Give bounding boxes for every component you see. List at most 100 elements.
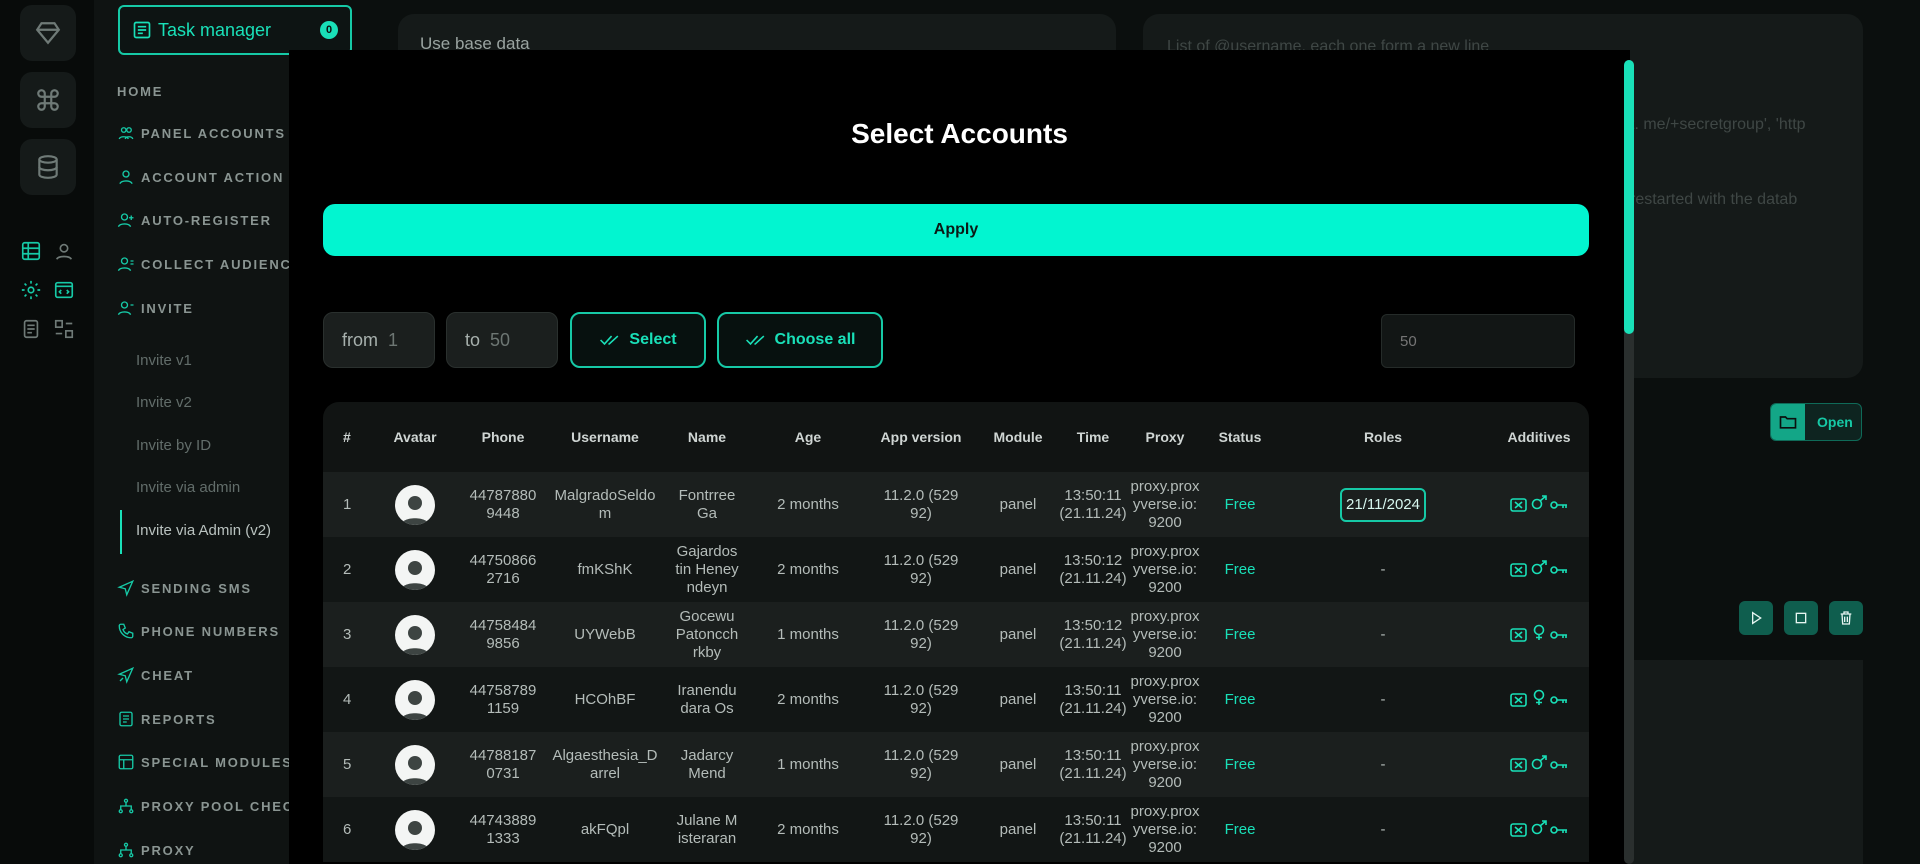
close-box-icon[interactable] (1510, 822, 1528, 838)
select-button[interactable]: Select (570, 312, 706, 368)
open-button[interactable]: Open (1770, 403, 1862, 441)
grid-settings-icon[interactable] (53, 318, 75, 340)
nav-account-action[interactable]: ACCOUNT ACTION (117, 168, 284, 186)
play-button[interactable] (1739, 601, 1773, 635)
nav-cheat-label: CHEAT (141, 667, 194, 683)
nav-proxy[interactable]: PROXY (117, 841, 196, 859)
table-row[interactable]: 4 447587891159 HCOhBF Iranendudara Os 2 … (323, 667, 1589, 732)
gear-icon[interactable] (20, 279, 42, 301)
row-number: 2 (343, 560, 352, 578)
delete-button[interactable] (1829, 601, 1863, 635)
male-icon[interactable] (1530, 754, 1548, 775)
table-row[interactable]: 1 447878809448 MalgradoSeldom Fontrree G… (323, 472, 1589, 537)
sidebar-item-invite-by-id[interactable]: Invite by ID (136, 437, 211, 454)
male-icon[interactable] (1530, 494, 1548, 515)
age-cell: 2 months (777, 560, 839, 578)
username-cell: Algaesthesia_Darrel (552, 746, 658, 782)
close-box-icon[interactable] (1510, 692, 1528, 708)
male-icon[interactable] (1530, 559, 1548, 580)
table-row[interactable]: 3 447584849856 UYWebB Gocewu Patoncchrkb… (323, 602, 1589, 667)
roles-value: 21/11/2024 (1340, 487, 1426, 522)
username-cell: HCOhBF (574, 690, 636, 708)
avatar (371, 809, 459, 850)
male-icon[interactable] (1530, 819, 1548, 840)
sidebar-item-invite-via-admin-v2[interactable]: Invite via Admin (v2) (136, 522, 271, 539)
stop-button[interactable] (1784, 601, 1818, 635)
task-manager-button[interactable]: Task manager 0 (118, 5, 352, 55)
table-row[interactable]: 5 447881870731 Algaesthesia_Darrel Jadar… (323, 732, 1589, 797)
count-input[interactable] (1381, 314, 1575, 368)
user-avatar-icon (401, 560, 429, 590)
age-cell: 1 months (777, 625, 839, 643)
roles-value: - (1380, 560, 1386, 578)
table-icon[interactable] (20, 240, 42, 262)
sidebar-item-invite-via-admin[interactable]: Invite via admin (136, 479, 240, 496)
nav-panel-accounts[interactable]: PANEL ACCOUNTS (117, 124, 286, 142)
nav-home[interactable]: HOME (117, 84, 163, 99)
app-version-cell: 11.2.0 (52992) (883, 551, 959, 587)
nav-special-modules[interactable]: SPECIAL MODULES (117, 753, 293, 771)
nav-phone-numbers[interactable]: PHONE NUMBERS (117, 622, 280, 640)
key-icon[interactable] (1550, 692, 1568, 708)
user-avatar-icon (401, 820, 429, 850)
col-header[interactable]: Status (1203, 429, 1277, 445)
proxy-cell: proxy.proxyverse.io:9200 (1130, 542, 1200, 596)
table-row[interactable]: 6 447438891333 akFQpl Julane Misteraran … (323, 797, 1589, 862)
database-icon[interactable] (20, 139, 76, 195)
user-avatar-icon (401, 690, 429, 720)
username-cell: fmKShK (577, 560, 633, 578)
key-icon[interactable] (1550, 822, 1568, 838)
close-box-icon[interactable] (1510, 497, 1528, 513)
col-header[interactable]: App version (865, 429, 977, 445)
nav-proxy-pool-check[interactable]: PROXY POOL CHECK (117, 797, 305, 815)
command-icon[interactable] (20, 72, 76, 128)
col-header[interactable]: Roles (1277, 429, 1489, 445)
nav-collect-audience[interactable]: COLLECT AUDIENCE (117, 255, 302, 273)
col-header[interactable]: Phone (459, 429, 547, 445)
nav-cheat[interactable]: CHEAT (117, 666, 194, 684)
col-header[interactable]: Proxy (1127, 429, 1203, 445)
nav-reports[interactable]: REPORTS (117, 710, 216, 728)
col-header[interactable]: Name (663, 429, 751, 445)
roles-cell: - (1277, 756, 1489, 774)
female-icon[interactable] (1530, 689, 1548, 710)
nav-collect-audience-label: COLLECT AUDIENCE (141, 256, 303, 272)
user-icon (119, 170, 133, 185)
key-icon[interactable] (1550, 757, 1568, 773)
female-icon[interactable] (1530, 624, 1548, 645)
to-field[interactable]: to 50 (446, 312, 558, 368)
col-header[interactable]: Time (1059, 429, 1127, 445)
close-box-icon[interactable] (1510, 627, 1528, 643)
diamond-icon[interactable] (20, 5, 76, 61)
roles-cell: - (1277, 626, 1489, 644)
apply-button[interactable]: Apply (323, 204, 1589, 256)
location-icon[interactable] (53, 240, 75, 262)
sidebar-item-invite-v1[interactable]: Invite v1 (136, 352, 192, 369)
close-box-icon[interactable] (1510, 562, 1528, 578)
nav-auto-register[interactable]: AUTO-REGISTER (117, 211, 272, 229)
col-header[interactable]: Avatar (371, 429, 459, 445)
from-field[interactable]: from 1 (323, 312, 435, 368)
code-window-icon[interactable] (53, 279, 75, 301)
status-cell: Free (1203, 496, 1277, 514)
modal-scrollbar-thumb[interactable] (1624, 60, 1634, 334)
col-header[interactable]: Module (977, 429, 1059, 445)
proxy-cell: proxy.proxyverse.io:9200 (1130, 737, 1200, 791)
table-row[interactable]: 2 447508662716 fmKShK Gajardostin Heneyn… (323, 537, 1589, 602)
choose-all-button[interactable]: Choose all (717, 312, 883, 368)
key-icon[interactable] (1550, 562, 1568, 578)
col-header[interactable]: Additives (1489, 429, 1589, 445)
close-box-icon[interactable] (1510, 757, 1528, 773)
nav-sending-sms[interactable]: SENDING SMS (117, 579, 252, 597)
proxy-icon (118, 842, 134, 858)
sidebar-item-invite-v2[interactable]: Invite v2 (136, 394, 192, 411)
col-header[interactable]: Username (547, 429, 663, 445)
key-icon[interactable] (1550, 497, 1568, 513)
key-icon[interactable] (1550, 627, 1568, 643)
col-header[interactable]: # (323, 429, 371, 445)
col-header[interactable]: Age (751, 429, 865, 445)
avatar (371, 549, 459, 590)
document-icon[interactable] (20, 318, 42, 340)
row-number: 3 (343, 625, 352, 643)
nav-invite[interactable]: INVITE (117, 299, 194, 317)
